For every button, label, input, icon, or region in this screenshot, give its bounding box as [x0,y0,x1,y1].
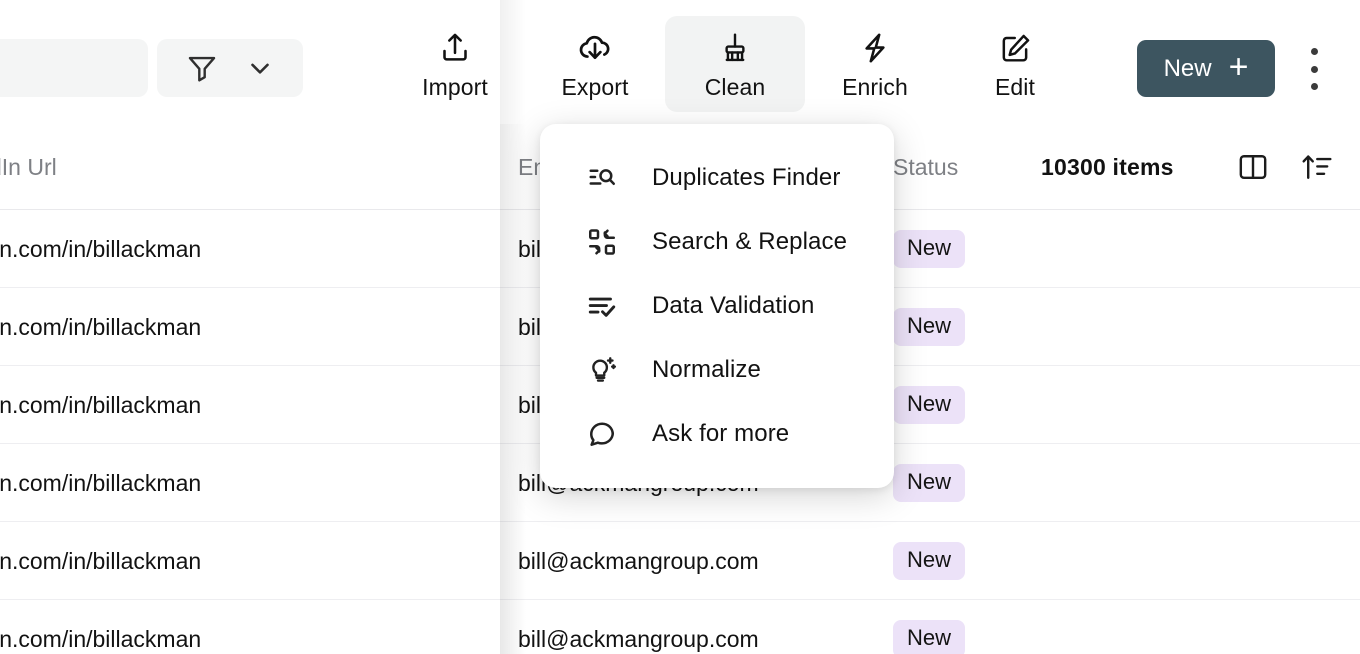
upload-icon [437,29,473,67]
cell-linkedin-url[interactable]: linkedin.com/in/billackman [0,444,201,522]
speech-bubble-icon [586,418,618,450]
cell-linkedin-url[interactable]: linkedin.com/in/billackman [0,600,201,654]
cell-status[interactable]: New [893,600,965,654]
menu-item-search-replace[interactable]: Search & Replace [540,210,894,274]
toolbar: Import Export [0,0,1360,124]
table-row[interactable]: linkedin.com/in/billackman bill@ackmangro… [0,600,1360,654]
status-badge: New [893,464,965,502]
column-header-status[interactable]: Status [893,124,958,210]
kebab-dot [1311,66,1318,73]
menu-item-label: Ask for more [652,422,789,446]
menu-item-duplicates-finder[interactable]: Duplicates Finder [540,146,894,210]
menu-item-normalize[interactable]: Normalize [540,338,894,402]
kebab-menu-icon[interactable] [1303,48,1325,90]
import-button[interactable]: Import [385,16,525,112]
chevron-down-icon [245,53,275,83]
menu-item-data-validation[interactable]: Data Validation [540,274,894,338]
status-badge: New [893,230,965,268]
status-badge: New [893,308,965,346]
edit-label: Edit [995,76,1035,99]
enrich-button[interactable]: Enrich [805,16,945,112]
cell-status[interactable]: New [893,288,965,366]
items-count: 10300 items [1041,124,1174,210]
export-button[interactable]: Export [525,16,665,112]
new-button[interactable]: New + [1137,40,1275,97]
lightning-bolt-icon [857,29,893,67]
cell-linkedin-url[interactable]: linkedin.com/in/billackman [0,522,201,600]
cell-status[interactable]: New [893,444,965,522]
menu-item-ask-for-more[interactable]: Ask for more [540,402,894,466]
plus-icon: + [1229,50,1249,84]
kebab-dot [1311,83,1318,90]
menu-item-label: Duplicates Finder [652,166,840,190]
enrich-label: Enrich [842,76,908,99]
filter-icon [185,51,219,85]
menu-item-label: Search & Replace [652,230,847,254]
cell-status[interactable]: New [893,210,965,288]
clean-label: Clean [705,76,766,99]
new-button-label: New [1164,57,1212,81]
swap-squares-icon [586,226,618,258]
app-root: Import Export [0,0,1360,654]
table-row[interactable]: linkedin.com/in/billackman bill@ackmangro… [0,522,1360,600]
list-search-icon [586,162,618,194]
export-label: Export [561,76,628,99]
toolbar-actions: Import Export [385,16,1085,114]
edit-square-icon [998,29,1033,67]
filter-button[interactable] [157,39,303,97]
sort-icon[interactable] [1300,124,1334,210]
cell-email[interactable]: bill@ackmangroup.com [518,600,759,654]
search-input[interactable] [0,39,148,97]
edit-button[interactable]: Edit [945,16,1085,112]
menu-item-label: Data Validation [652,294,815,318]
status-badge: New [893,620,965,654]
cell-status[interactable]: New [893,522,965,600]
cell-linkedin-url[interactable]: linkedin.com/in/billackman [0,210,201,288]
column-header-linkedin-url[interactable]: LinkedIn Url [0,124,57,210]
menu-item-label: Normalize [652,358,761,382]
cell-email[interactable]: bill@ackmangroup.com [518,522,759,600]
cell-linkedin-url[interactable]: linkedin.com/in/billackman [0,288,201,366]
cell-status[interactable]: New [893,366,965,444]
clean-dropdown-menu: Duplicates Finder Search & Replace D [540,124,894,488]
kebab-dot [1311,48,1318,55]
cell-linkedin-url[interactable]: linkedin.com/in/billackman [0,366,201,444]
status-badge: New [893,386,965,424]
cloud-download-icon [576,29,614,67]
status-badge: New [893,542,965,580]
list-check-icon [586,290,618,322]
broom-icon [718,29,752,67]
clean-button[interactable]: Clean [665,16,805,112]
lightbulb-sparkle-icon [586,354,618,386]
import-label: Import [422,76,488,99]
columns-panel-icon[interactable] [1236,124,1270,210]
